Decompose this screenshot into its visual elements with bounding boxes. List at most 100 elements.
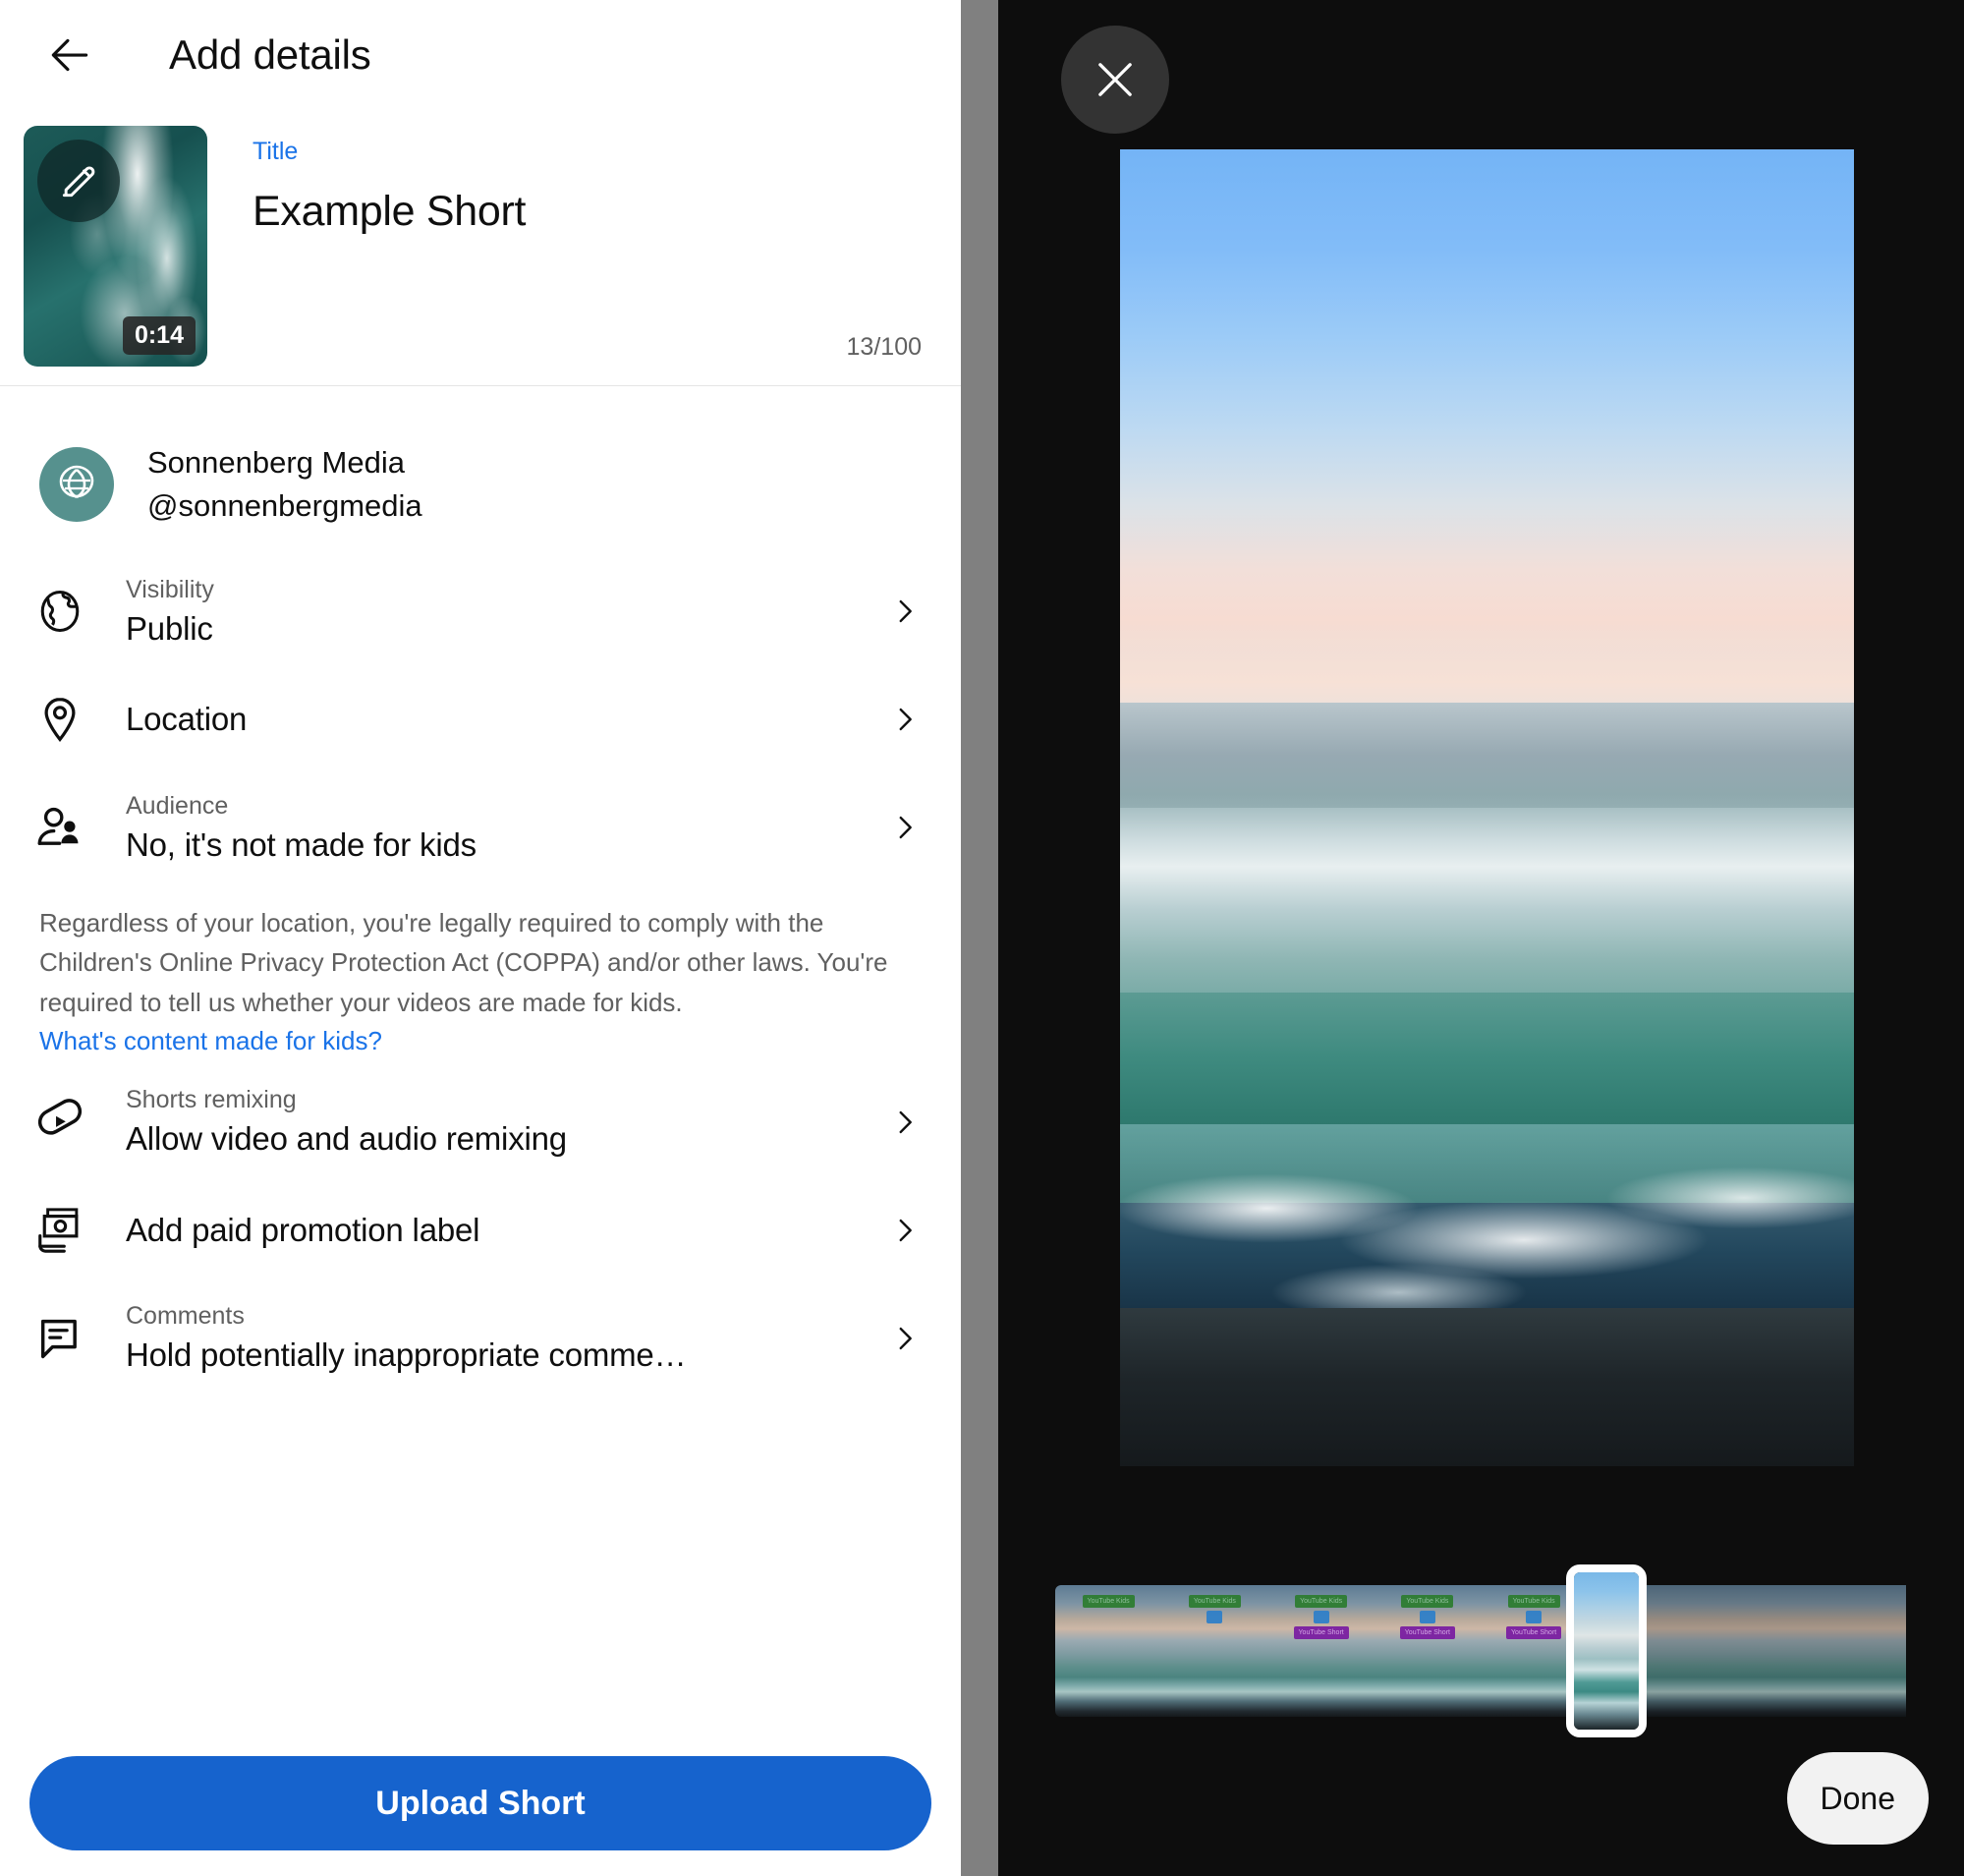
arrow-left-icon (51, 38, 88, 72)
filmstrip-frame-badges: YouTube Kids YouTube Short (1375, 1595, 1481, 1639)
selected-frame-image (1574, 1572, 1639, 1730)
title-input[interactable]: Example Short (253, 188, 922, 236)
coppa-notice: Regardless of your location, you're lega… (0, 881, 961, 1068)
chevron-right-icon (888, 1214, 922, 1247)
youtube-short-badge: YouTube Short (1293, 1626, 1349, 1639)
filmstrip-frame[interactable] (1799, 1585, 1906, 1717)
youtube-square-badge-icon (1419, 1611, 1435, 1623)
option-sublabel-audience: Audience (126, 791, 229, 820)
youtube-square-badge-icon (1313, 1611, 1329, 1623)
youtube-short-badge: YouTube Short (1399, 1626, 1455, 1639)
option-value-paid-promotion: Add paid promotion label (126, 1211, 480, 1248)
filmstrip-selected-frame-handle[interactable] (1566, 1564, 1647, 1737)
pencil-icon (62, 166, 95, 198)
video-sky-layer (1120, 149, 1854, 703)
video-preview-panel: YouTube Kids YouTube Kids YouTube Kids Y… (998, 0, 1964, 1876)
coppa-text: Regardless of your location, you're lega… (39, 908, 888, 1017)
paid-promotion-icon (38, 1208, 79, 1253)
channel-handle: @sonnenbergmedia (147, 488, 422, 524)
option-value-comments: Hold potentially inappropriate comme… (126, 1336, 687, 1374)
filmstrip-frame[interactable]: YouTube Kids YouTube Short (1267, 1585, 1375, 1717)
close-icon (1098, 63, 1132, 96)
chevron-right-icon (888, 703, 922, 736)
title-label: Title (253, 138, 299, 165)
filmstrip-frame[interactable] (1693, 1585, 1800, 1717)
comment-icon (40, 1319, 77, 1359)
youtube-kids-badge: YouTube Kids (1401, 1595, 1454, 1608)
filmstrip-frame-badges: YouTube Kids (1055, 1595, 1161, 1608)
filmstrip-frame-badges: YouTube Kids YouTube Short (1268, 1595, 1375, 1639)
option-sublabel-shorts-remixing: Shorts remixing (126, 1086, 297, 1114)
title-field-group: Title Example Short (253, 126, 922, 385)
title-char-counter: 13/100 (846, 333, 922, 361)
option-row-visibility[interactable]: Visibility Public (0, 557, 961, 665)
option-body: Shorts remixing Allow video and audio re… (126, 1086, 874, 1158)
option-body: Location (126, 701, 874, 738)
youtube-short-badge: YouTube Short (1506, 1626, 1562, 1639)
filmstrip-frame-image (1693, 1585, 1800, 1717)
chevron-right-icon (888, 595, 922, 628)
video-thumbnail[interactable]: 0:14 (24, 126, 207, 367)
add-details-panel: Add details 0:14 Title Example Short 13/… (0, 0, 961, 1876)
option-sublabel-visibility: Visibility (126, 575, 214, 603)
option-icon-wrap (29, 694, 90, 745)
panel-divider (961, 0, 998, 1876)
option-icon-wrap (29, 1095, 90, 1150)
page-title: Add details (169, 31, 371, 78)
coppa-link[interactable]: What's content made for kids? (39, 1026, 382, 1056)
filmstrip-frame[interactable]: YouTube Kids YouTube Short (1374, 1585, 1481, 1717)
location-pin-icon (44, 698, 76, 742)
youtube-kids-badge: YouTube Kids (1295, 1595, 1348, 1608)
video-duration-badge: 0:14 (122, 315, 196, 355)
option-icon-wrap (29, 801, 90, 854)
option-body: Comments Hold potentially inappropriate … (126, 1302, 874, 1374)
video-beach-layer (1120, 1308, 1854, 1466)
close-preview-button[interactable] (1061, 26, 1169, 134)
option-icon-wrap (29, 586, 90, 637)
leaf-logo-icon (59, 465, 94, 499)
edit-thumbnail-button[interactable] (37, 140, 120, 222)
option-body: Visibility Public (126, 576, 874, 648)
filmstrip-frame-badges: YouTube Kids (1161, 1595, 1267, 1623)
option-value-audience: No, it's not made for kids (126, 825, 477, 863)
option-body: Audience No, it's not made for kids (126, 792, 874, 864)
option-value-visibility: Public (126, 609, 213, 647)
upload-short-button[interactable]: Upload Short (29, 1756, 931, 1850)
chevron-right-icon (888, 1106, 922, 1139)
option-icon-wrap (29, 1313, 90, 1364)
option-row-paid-promotion[interactable]: Add paid promotion label (0, 1176, 961, 1284)
channel-row[interactable]: Sonnenberg Media @sonnenbergmedia (0, 386, 961, 557)
back-button[interactable] (39, 25, 100, 85)
video-player[interactable] (1120, 149, 1854, 1466)
video-sea-mid-layer (1120, 808, 1854, 1019)
channel-text: Sonnenberg Media @sonnenbergmedia (147, 441, 422, 528)
chevron-right-icon (888, 1322, 922, 1355)
audience-people-icon (37, 807, 79, 845)
option-icon-wrap (29, 1204, 90, 1257)
upload-bar: Upload Short (0, 1742, 961, 1876)
thumbnail-filmstrip[interactable]: YouTube Kids YouTube Kids YouTube Kids Y… (1055, 1564, 1906, 1737)
youtube-square-badge-icon (1206, 1611, 1223, 1623)
channel-name: Sonnenberg Media (147, 445, 405, 480)
option-sublabel-comments: Comments (126, 1302, 245, 1331)
option-value-location: Location (126, 701, 248, 738)
filmstrip-frame[interactable]: YouTube Kids (1055, 1585, 1162, 1717)
youtube-kids-badge: YouTube Kids (1188, 1595, 1241, 1608)
option-row-location[interactable]: Location (0, 665, 961, 773)
filmstrip-frame[interactable]: YouTube Kids (1161, 1585, 1268, 1717)
title-section: 0:14 Title Example Short 13/100 (0, 110, 961, 385)
globe-icon (40, 591, 80, 633)
option-row-audience[interactable]: Audience No, it's not made for kids (0, 773, 961, 881)
youtube-square-badge-icon (1526, 1611, 1543, 1623)
done-button[interactable]: Done (1786, 1752, 1929, 1845)
filmstrip-frame-image (1799, 1585, 1906, 1717)
youtube-kids-badge: YouTube Kids (1507, 1595, 1560, 1608)
app-screen: Add details 0:14 Title Example Short 13/… (0, 0, 1964, 1876)
option-body: Add paid promotion label (126, 1212, 874, 1249)
option-row-shorts-remixing[interactable]: Shorts remixing Allow video and audio re… (0, 1068, 961, 1176)
option-value-shorts-remixing: Allow video and audio remixing (126, 1120, 567, 1158)
chevron-right-icon (888, 811, 922, 844)
shorts-remix-icon (37, 1099, 83, 1135)
app-header: Add details (0, 0, 961, 110)
option-row-comments[interactable]: Comments Hold potentially inappropriate … (0, 1284, 961, 1393)
